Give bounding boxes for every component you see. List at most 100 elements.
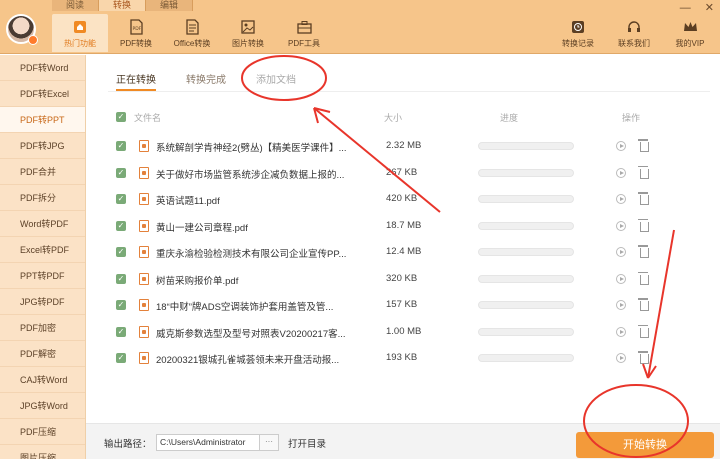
table-row[interactable]: ✓ 威克斯参数选型及型号对照表V20200217客... 1.00 MB bbox=[116, 319, 696, 345]
select-all-checkbox[interactable]: ✓ bbox=[116, 112, 126, 122]
sidebar-item-word-to-pdf[interactable]: Word转PDF bbox=[0, 211, 85, 237]
sidebar-item-pdf-split[interactable]: PDF拆分 bbox=[0, 185, 85, 211]
progress-bar bbox=[478, 142, 574, 150]
bottom-bar: 输出路径： C:\Users\Administrator ··· 打开目录 开始… bbox=[86, 423, 720, 459]
table-row[interactable]: ✓ 系统解剖学肯神经2(劈丛)【精美医学课件】... 2.32 MB bbox=[116, 133, 696, 159]
table-row[interactable]: ✓ 黄山一建公司章程.pdf 18.7 MB bbox=[116, 213, 696, 239]
nav-label: 我的VIP bbox=[675, 39, 705, 48]
row-checkbox[interactable]: ✓ bbox=[116, 194, 126, 204]
trash-icon[interactable] bbox=[638, 245, 649, 258]
row-checkbox[interactable]: ✓ bbox=[116, 167, 126, 178]
row-checkbox[interactable]: ✓ bbox=[116, 326, 126, 337]
trash-icon[interactable] bbox=[638, 139, 649, 152]
trash-icon[interactable] bbox=[638, 165, 649, 179]
sidebar-item-ppt-to-pdf[interactable]: PPT转PDF bbox=[0, 263, 85, 289]
sidebar-item-image-compress[interactable]: 图片压缩 bbox=[0, 445, 85, 459]
trash-icon[interactable] bbox=[638, 324, 649, 338]
trash-icon[interactable] bbox=[638, 192, 649, 205]
play-icon[interactable] bbox=[616, 220, 626, 231]
progress-bar bbox=[478, 274, 574, 283]
play-icon[interactable] bbox=[616, 273, 626, 284]
play-icon[interactable] bbox=[616, 194, 626, 204]
row-checkbox[interactable]: ✓ bbox=[116, 220, 126, 231]
play-icon[interactable] bbox=[616, 353, 626, 363]
minimize-button[interactable]: — bbox=[680, 3, 691, 14]
sidebar-item-pdf-decrypt[interactable]: PDF解密 bbox=[0, 341, 85, 367]
nav-contact[interactable]: 联系我们 bbox=[606, 14, 662, 52]
row-checkbox[interactable]: ✓ bbox=[116, 273, 126, 284]
mode-tab-convert[interactable]: 转换 bbox=[99, 0, 147, 11]
table-row[interactable]: ✓ 18“中财”牌ADS空调装饰护套用盖管及管... 157 KB bbox=[116, 292, 696, 318]
tab-converting[interactable]: 正在转换 bbox=[116, 71, 156, 91]
open-directory-link[interactable]: 打开目录 bbox=[288, 436, 326, 450]
tab-done[interactable]: 转换完成 bbox=[186, 71, 226, 91]
close-button[interactable]: ✕ bbox=[705, 3, 714, 14]
header-filename: 文件名 bbox=[134, 113, 162, 123]
sidebar-item-excel-to-pdf[interactable]: Excel转PDF bbox=[0, 237, 85, 263]
nav-hot-features[interactable]: 热门功能 bbox=[52, 14, 108, 52]
sidebar-item-pdf-to-word[interactable]: PDF转Word bbox=[0, 55, 85, 81]
file-name: 英语试题11.pdf bbox=[156, 196, 220, 207]
sidebar-item-jpg-to-word[interactable]: JPG转Word bbox=[0, 393, 85, 419]
start-convert-button[interactable]: 开始转换 bbox=[576, 432, 714, 458]
file-size: 193 KB bbox=[386, 352, 418, 363]
file-size: 267 KB bbox=[386, 166, 418, 178]
header-actions: 操作 bbox=[622, 113, 641, 123]
progress-bar bbox=[478, 221, 574, 230]
row-checkbox[interactable]: ✓ bbox=[116, 141, 126, 151]
file-size: 420 KB bbox=[386, 193, 418, 204]
vip-badge-icon bbox=[28, 35, 38, 45]
nav-pdf-tools[interactable]: PDF工具 bbox=[276, 14, 332, 52]
sidebar-item-pdf-merge[interactable]: PDF合并 bbox=[0, 159, 85, 185]
play-icon[interactable] bbox=[616, 326, 626, 337]
add-document-button[interactable]: 添加文档 bbox=[256, 71, 296, 91]
crown-icon bbox=[683, 18, 698, 35]
play-icon[interactable] bbox=[616, 300, 626, 310]
play-icon[interactable] bbox=[616, 167, 626, 178]
file-name: 18“中财”牌ADS空调装饰护套用盖管及管... bbox=[156, 302, 334, 313]
browse-path-button[interactable]: ··· bbox=[259, 434, 279, 451]
play-icon[interactable] bbox=[616, 247, 626, 257]
nav-office-convert[interactable]: Office转换 bbox=[164, 14, 220, 52]
trash-icon[interactable] bbox=[638, 271, 649, 285]
sidebar-item-pdf-encrypt[interactable]: PDF加密 bbox=[0, 315, 85, 341]
table-row[interactable]: ✓ 重庆永渝检验检测技术有限公司企业宣传PP... 12.4 MB bbox=[116, 239, 696, 265]
nav-vip[interactable]: 我的VIP bbox=[662, 14, 718, 52]
window-controls: — ✕ bbox=[680, 3, 714, 14]
file-icon bbox=[139, 352, 149, 364]
sidebar-item-pdf-to-ppt[interactable]: PDF转PPT bbox=[0, 107, 85, 133]
play-icon[interactable] bbox=[616, 141, 626, 151]
row-checkbox[interactable]: ✓ bbox=[116, 300, 126, 310]
file-name: 威克斯参数选型及型号对照表V20200217客... bbox=[156, 328, 346, 340]
file-name: 重庆永渝检验检测技术有限公司企业宣传PP... bbox=[156, 249, 347, 260]
nav-image-convert[interactable]: 图片转换 bbox=[220, 14, 276, 52]
nav-history[interactable]: 转换记录 bbox=[550, 14, 606, 52]
row-checkbox[interactable]: ✓ bbox=[116, 247, 126, 257]
output-path-input[interactable]: C:\Users\Administrator bbox=[156, 434, 260, 451]
main-panel: 正在转换 转换完成 添加文档 ✓ 文件名 大小 进度 操作 ✓ 系统解剖学肯神经2… bbox=[86, 55, 720, 459]
table-row[interactable]: ✓ 树苗采购报价单.pdf 320 KB bbox=[116, 266, 696, 292]
sidebar-item-pdf-to-excel[interactable]: PDF转Excel bbox=[0, 81, 85, 107]
file-size: 157 KB bbox=[386, 299, 418, 310]
trash-icon[interactable] bbox=[638, 218, 649, 232]
mode-tab-read[interactable]: 阅读 bbox=[52, 0, 100, 11]
file-icon bbox=[139, 325, 149, 338]
mode-tab-edit[interactable]: 编辑 bbox=[146, 0, 194, 11]
progress-bar bbox=[478, 301, 574, 309]
row-checkbox[interactable]: ✓ bbox=[116, 353, 126, 363]
sidebar-item-pdf-to-jpg[interactable]: PDF转JPG bbox=[0, 133, 85, 159]
sidebar-item-pdf-compress[interactable]: PDF压缩 bbox=[0, 419, 85, 445]
top-toolbar: 阅读 转换 编辑 — ✕ 热门功能 PDF PDF转换 Office转换 图片转… bbox=[0, 0, 720, 54]
output-path-label: 输出路径： bbox=[104, 439, 152, 450]
table-row[interactable]: ✓ 英语试题11.pdf 420 KB bbox=[116, 186, 696, 212]
sidebar-item-jpg-to-pdf[interactable]: JPG转PDF bbox=[0, 289, 85, 315]
progress-bar bbox=[478, 354, 574, 362]
trash-icon[interactable] bbox=[638, 298, 649, 311]
nav-pdf-convert[interactable]: PDF PDF转换 bbox=[108, 14, 164, 52]
sidebar: PDF转Word PDF转Excel PDF转PPT PDF转JPG PDF合并… bbox=[0, 55, 86, 459]
trash-icon[interactable] bbox=[638, 351, 649, 364]
sidebar-item-caj-to-word[interactable]: CAJ转Word bbox=[0, 367, 85, 393]
table-row[interactable]: ✓ 20200321银城孔雀城荟领未来开盘活动报... 193 KB bbox=[116, 345, 696, 371]
pdf-icon: PDF bbox=[129, 18, 144, 35]
table-row[interactable]: ✓ 关于做好市场监管系统涉企减负数据上报的... 267 KB bbox=[116, 160, 696, 186]
